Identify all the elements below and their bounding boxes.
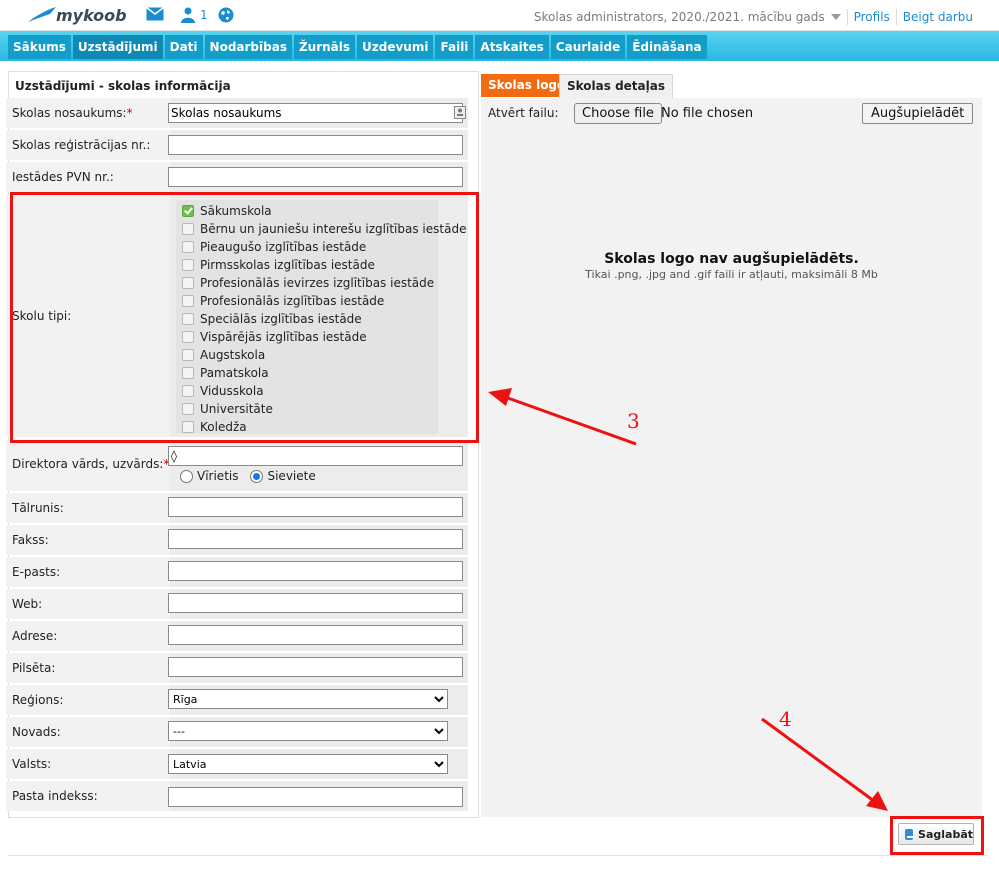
region-select[interactable]: Rīga <box>168 689 448 709</box>
menu-item-7[interactable]: Atskaites <box>475 35 549 59</box>
fax-input[interactable] <box>168 529 463 549</box>
vat-label: Iestādes PVN nr.: <box>12 170 114 184</box>
required-marker: * <box>126 106 133 120</box>
main-menu-bar: Sākums Uzstādījumi Dati Nodarbības Žurnāls Uz… <box>0 31 999 61</box>
address-input[interactable] <box>168 625 463 645</box>
mykoob-logo[interactable]: mykoob <box>26 4 127 26</box>
reg-no-input[interactable] <box>168 135 463 155</box>
email-input[interactable] <box>168 561 463 581</box>
gender-female-radio[interactable] <box>250 469 264 483</box>
phone-input[interactable] <box>168 497 463 517</box>
tab-school-details[interactable]: Skolas detaļas <box>559 74 673 98</box>
gender-male-label: Vīrietis <box>197 469 239 483</box>
panel-title: Uzstādījumi - skolas informācija <box>15 79 231 93</box>
city-input[interactable] <box>168 657 463 677</box>
menu-item-6[interactable]: Faili <box>435 35 474 59</box>
open-file-label: Atvērt failu: <box>488 106 559 120</box>
separator <box>895 9 897 25</box>
top-right-nav: Skolas administrators, 2020./2021. mācīb… <box>534 9 973 25</box>
no-file-text: No file chosen <box>661 106 754 121</box>
user-icon[interactable] <box>181 7 195 23</box>
menu-item-5[interactable]: Uzdevumi <box>357 35 434 59</box>
director-input[interactable] <box>168 446 463 466</box>
app-name: mykoob <box>56 5 127 25</box>
separator <box>846 9 848 25</box>
no-logo-title: Skolas logo nav augšupielādēts. <box>604 251 859 267</box>
menu-item-2[interactable]: Dati <box>164 35 203 59</box>
school-name-label: Skolas nosaukums: <box>12 106 127 120</box>
annotation-box-school-types <box>10 192 479 443</box>
main-menu: Sākums Uzstādījumi Dati Nodarbības Žurnāls Uz… <box>8 35 709 61</box>
footer-divider <box>8 855 988 856</box>
annotation-number-3: 3 <box>627 409 640 433</box>
email-label: E-pasts: <box>12 565 61 579</box>
web-label: Web: <box>12 597 43 611</box>
vat-input[interactable] <box>168 167 463 187</box>
postal-input[interactable] <box>168 787 463 807</box>
menu-item-0[interactable]: Sākums <box>8 35 71 59</box>
menu-item-3[interactable]: Nodarbības <box>204 35 292 59</box>
district-select[interactable]: --- <box>168 721 448 741</box>
gender-group: Vīrietis Sieviete <box>180 469 316 483</box>
top-bar: mykoob 1 Skolas administrators, 2020./20… <box>0 0 999 31</box>
phone-label: Tālrunis: <box>12 501 64 515</box>
country-label: Valsts: <box>12 757 52 771</box>
logout-link[interactable]: Beigt darbu <box>903 10 973 24</box>
menu-item-4[interactable]: Žurnāls <box>293 35 356 59</box>
globe-icon[interactable] <box>218 7 234 23</box>
gender-male-radio[interactable] <box>180 469 193 483</box>
country-select[interactable]: Latvia <box>168 754 448 774</box>
director-label: Direktora vārds, uzvārds: <box>12 457 164 471</box>
city-label: Pilsēta: <box>12 661 56 675</box>
postal-label: Pasta indekss: <box>12 789 98 803</box>
mail-icon[interactable] <box>146 7 164 21</box>
district-label: Novads: <box>12 725 61 739</box>
chevron-down-icon[interactable] <box>830 14 841 20</box>
annotation-number-4: 4 <box>779 707 792 731</box>
profile-link[interactable]: Profils <box>854 10 890 24</box>
web-input[interactable] <box>168 593 463 613</box>
choose-file-button[interactable]: Choose file <box>574 103 662 124</box>
contact-card-icon[interactable] <box>454 106 466 119</box>
no-logo-subtitle: Tikai .png, .jpg and .gif faili ir atļau… <box>585 268 878 281</box>
school-name-input[interactable] <box>168 103 463 123</box>
gender-female-label: Sieviete <box>267 469 316 483</box>
logo-swoosh-icon <box>28 7 56 22</box>
menu-item-8[interactable]: Caurlaide <box>550 35 626 59</box>
region-label: Reģions: <box>12 693 64 707</box>
menu-item-9[interactable]: Ēdināšana <box>627 35 707 59</box>
role-selector[interactable]: Skolas administrators, 2020./2021. mācīb… <box>534 10 825 24</box>
upload-bar: Atvērt failu: Choose file No file chosen… <box>481 98 982 128</box>
upload-button[interactable]: Augšupielādēt <box>862 103 974 124</box>
logo-preview-area: Skolas logo nav augšupielādēts. Tikai .p… <box>481 128 982 817</box>
fax-label: Fakss: <box>12 533 49 547</box>
menu-item-1[interactable]: Uzstādījumi <box>72 35 163 59</box>
annotation-box-save <box>890 816 984 855</box>
address-label: Adrese: <box>12 629 58 643</box>
reg-no-label: Skolas reģistrācijas nr.: <box>12 138 151 152</box>
user-count: 1 <box>200 8 208 22</box>
